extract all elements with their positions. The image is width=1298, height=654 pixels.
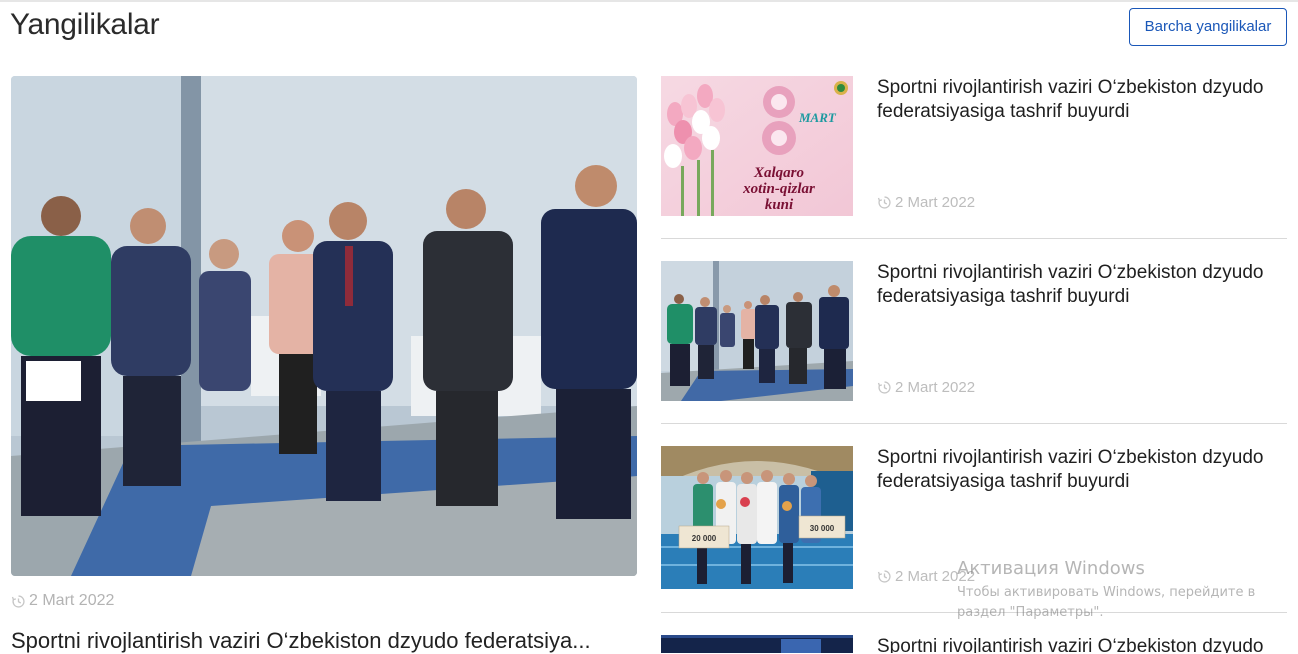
news-date-text: 2 Mart 2022 [895, 379, 976, 396]
cheque-amount: 30 000 [810, 524, 835, 533]
thumb-text-line1: Xalqaro [753, 165, 804, 181]
windows-activation-watermark: Активация Windows Чтобы активировать Win… [957, 558, 1267, 623]
thumb-text-mart: MART [798, 110, 837, 125]
divider [661, 423, 1287, 424]
thumb-text-line3: kuni [765, 197, 794, 213]
clock-history-icon [877, 196, 891, 209]
featured-date: 2 Mart 2022 [11, 592, 114, 610]
news-thumbnail[interactable] [661, 635, 853, 653]
news-date: 2 Mart 2022 [877, 379, 975, 396]
watermark-subtitle: Чтобы активировать Windows, перейдите в … [957, 585, 1256, 620]
section-title: Yangilikalar [10, 8, 160, 41]
clock-history-icon [877, 381, 891, 394]
news-item[interactable]: Sportni rivojlantirish vaziri O‘zbekisto… [661, 635, 1287, 653]
news-title-link[interactable]: Sportni rivojlantirish vaziri O‘zbekisto… [877, 635, 1287, 653]
featured-news-image[interactable] [11, 76, 637, 576]
cheque-amount: 20 000 [692, 534, 717, 543]
news-title-link[interactable]: Sportni rivojlantirish vaziri O‘zbekisto… [877, 446, 1287, 494]
news-item[interactable]: MART Xalqaro xotin-qizlar kuni Sportni r… [661, 76, 1287, 216]
news-title-link[interactable]: Sportni rivojlantirish vaziri O‘zbekisto… [877, 76, 1287, 124]
watermark-title: Активация Windows [957, 558, 1145, 579]
featured-date-text: 2 Mart 2022 [29, 592, 115, 609]
all-news-button[interactable]: Barcha yangilikalar [1129, 8, 1287, 46]
thumb-text-line2: xotin-qizlar [742, 181, 815, 197]
divider [661, 238, 1287, 239]
news-thumbnail[interactable]: 20 000 30 000 [661, 446, 853, 589]
news-date: 2 Mart 2022 [877, 194, 975, 211]
top-border [0, 0, 1298, 2]
news-thumbnail[interactable]: MART Xalqaro xotin-qizlar kuni [661, 76, 853, 216]
news-item[interactable]: Sportni rivojlantirish vaziri O‘zbekisto… [661, 261, 1287, 401]
news-thumbnail[interactable] [661, 261, 853, 401]
clock-history-icon [877, 570, 891, 583]
news-date-text: 2 Mart 2022 [895, 194, 976, 211]
news-title-link[interactable]: Sportni rivojlantirish vaziri O‘zbekisto… [877, 261, 1287, 309]
featured-title-link[interactable]: Sportni rivojlantirish vaziri O‘zbekisto… [11, 628, 637, 654]
clock-history-icon [11, 594, 25, 608]
